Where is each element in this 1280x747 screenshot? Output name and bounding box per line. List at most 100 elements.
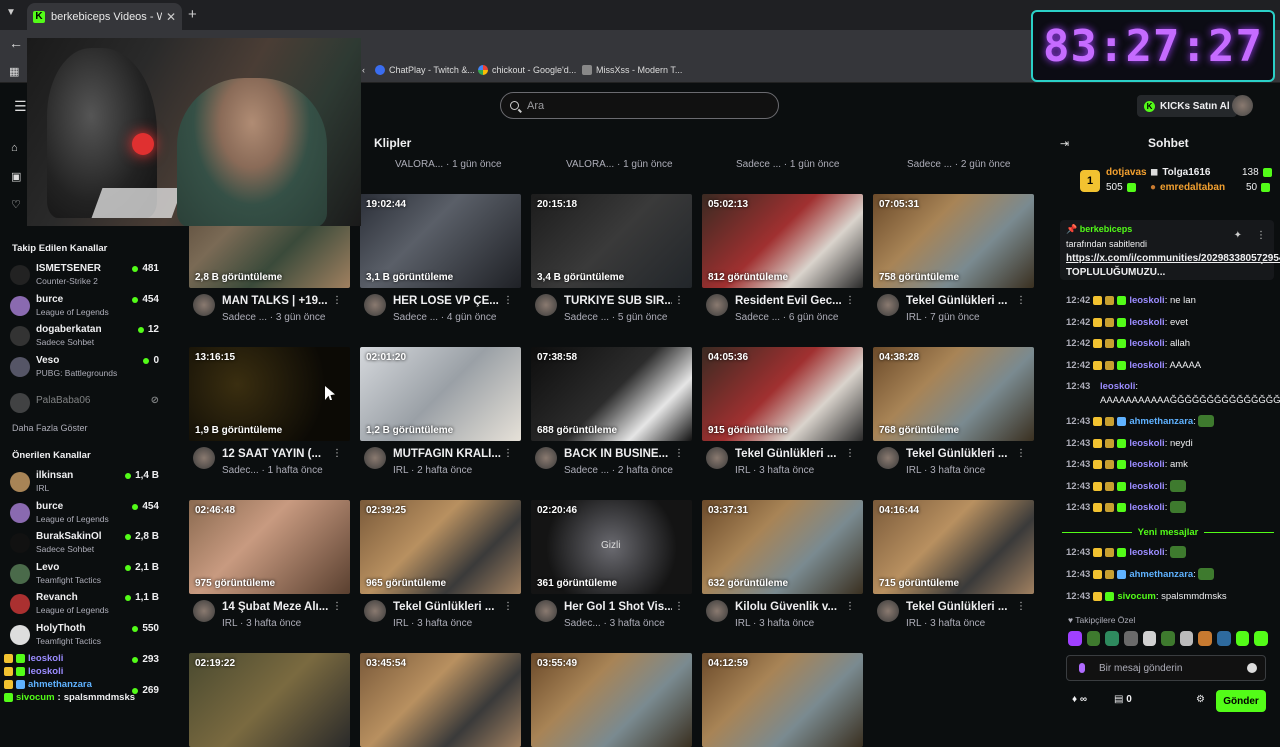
clip-category[interactable]: IRL — [906, 465, 921, 476]
close-tab-icon[interactable]: ✕ — [166, 10, 176, 24]
more-options-icon[interactable]: ⋮ — [674, 295, 684, 306]
clip-title[interactable]: Her Gol 1 Shot Vis... — [564, 601, 672, 613]
clip-card[interactable]: 03:55:49 — [531, 653, 692, 747]
message-user[interactable]: sivocum — [1117, 591, 1156, 602]
chevron-down-icon[interactable]: ⌄ — [1258, 256, 1266, 267]
more-options-icon[interactable]: ⋮ — [1016, 295, 1026, 306]
more-options-icon[interactable]: ⋮ — [674, 448, 684, 459]
send-button[interactable]: Gönder — [1216, 690, 1266, 712]
pinned-url[interactable]: https://x.com/i/communities/202983380572… — [1066, 253, 1280, 264]
clip-channel-avatar[interactable] — [364, 294, 386, 316]
clip-thumbnail[interactable]: 03:45:54 — [360, 653, 521, 747]
more-options-icon[interactable]: ⋮ — [503, 448, 513, 459]
clip-title[interactable]: Tekel Günlükleri ... — [906, 448, 1014, 460]
clip-channel-avatar[interactable] — [364, 447, 386, 469]
clip-thumbnail[interactable]: 07:38:58 688 görüntüleme — [531, 347, 692, 441]
user-avatar[interactable] — [1232, 95, 1253, 116]
clip-thumbnail[interactable]: 07:05:31 758 görüntüleme — [873, 194, 1034, 288]
sidebar-channel[interactable]: burce League of Legends 454 — [10, 293, 162, 321]
sidebar-channel[interactable]: Revanch League of Legends 1,1 B — [10, 591, 162, 619]
emote-icon[interactable] — [1198, 631, 1213, 646]
clip-title[interactable]: MAN TALKS | +19... — [222, 295, 330, 307]
clip-title[interactable]: Tekel Günlükleri ... — [393, 601, 501, 613]
clip-channel-avatar[interactable] — [364, 600, 386, 622]
tab-search-icon[interactable]: ▼ — [6, 7, 16, 18]
emote-icon[interactable] — [1086, 631, 1101, 646]
emote-icon[interactable] — [1142, 631, 1157, 646]
clip-title[interactable]: HER LOSE VP ÇE... — [393, 295, 501, 307]
clip-thumbnail[interactable]: 02:01:20 1,2 B görüntüleme — [360, 347, 521, 441]
clip-category[interactable]: Sadece ... — [564, 465, 609, 476]
clip-card[interactable]: 04:16:44 715 görüntüleme Tekel Günlükleri … — [873, 500, 1034, 629]
more-options-icon[interactable]: ⋮ — [503, 601, 513, 612]
clip-card[interactable]: 04:05:36 915 görüntüleme Tekel Günlükleri … — [702, 347, 863, 476]
clip-title[interactable]: BACK IN BUSINE... — [564, 448, 672, 460]
clip-card[interactable]: 04:12:59 — [702, 653, 863, 747]
emote-icon[interactable] — [1123, 631, 1138, 646]
sidebar-channel-offline[interactable]: PalaBaba06 ⊘ — [10, 390, 162, 418]
clip-title[interactable]: Kilolu Güvenlik v... — [735, 601, 843, 613]
message-user[interactable]: leoskoli — [1129, 502, 1164, 513]
clip-channel-avatar[interactable] — [193, 294, 215, 316]
clip-thumbnail[interactable]: 02:20:46 Gizli 361 görüntüleme — [531, 500, 692, 594]
clip-title[interactable]: Resident Evil Gec... — [735, 295, 843, 307]
more-options-icon[interactable]: ⋮ — [845, 601, 855, 612]
clip-category[interactable]: Sadece ... — [393, 312, 438, 323]
clip-channel-avatar[interactable] — [706, 600, 728, 622]
chat-input[interactable]: Bir mesaj gönderin — [1066, 655, 1266, 681]
bookmark-chevron-icon[interactable]: ‹ — [362, 65, 365, 75]
message-user[interactable]: ahmethanzara — [1129, 416, 1193, 427]
clip-category[interactable]: Sadec... — [564, 618, 601, 629]
more-options-icon[interactable]: ⋮ — [332, 448, 342, 459]
message-user[interactable]: leoskoli — [1129, 295, 1164, 306]
sidebar-channel[interactable]: HolyThoth Teamfight Tactics 550 — [10, 622, 162, 650]
clip-thumbnail[interactable]: 02:19:22 — [189, 653, 350, 747]
clip-category[interactable]: IRL — [906, 618, 921, 629]
message-user[interactable]: leoskoli — [1129, 438, 1164, 449]
emote-icon[interactable] — [1254, 631, 1269, 646]
message-user[interactable]: leoskoli — [1129, 481, 1164, 492]
clip-thumbnail[interactable]: 04:38:28 768 görüntüleme — [873, 347, 1034, 441]
clip-thumbnail[interactable]: 04:12:59 — [702, 653, 863, 747]
clip-category[interactable]: Sadece ... — [564, 312, 609, 323]
clip-card[interactable]: 02:19:22 — [189, 653, 350, 747]
clip-thumbnail[interactable]: 02:46:48 975 görüntüleme — [189, 500, 350, 594]
clip-thumbnail[interactable]: 04:16:44 715 görüntüleme — [873, 500, 1034, 594]
clip-channel-avatar[interactable] — [877, 294, 899, 316]
message-user[interactable]: leoskoli — [1100, 381, 1135, 392]
message-user[interactable]: leoskoli — [1129, 317, 1164, 328]
message-user[interactable]: leoskoli — [1129, 360, 1164, 371]
pinned-message[interactable]: 📌 berkebiceps tarafından sabitlendi http… — [1060, 220, 1280, 280]
gear-icon[interactable]: ⚙ — [1196, 694, 1205, 705]
buy-kicks-button[interactable]: K KICKs Satın Al — [1137, 95, 1237, 117]
clip-title[interactable]: 12 SAAT YAYIN (... — [222, 448, 330, 460]
clip-title[interactable]: TÜRKİYE SUB SIR... — [564, 295, 672, 307]
clip-thumbnail[interactable]: 03:55:49 — [531, 653, 692, 747]
clip-channel-avatar[interactable] — [877, 600, 899, 622]
sidebar-channel[interactable]: ilkinsan IRL 1,4 B — [10, 469, 162, 497]
clip-card[interactable]: 02:46:48 975 görüntüleme 14 Şubat Meze Alı… — [189, 500, 350, 629]
clip-category[interactable]: IRL — [735, 465, 750, 476]
message-user[interactable]: leoskoli — [1129, 459, 1164, 470]
clip-title[interactable]: Tekel Günlükleri ... — [735, 448, 843, 460]
clip-card[interactable]: 07:05:31 758 görüntüleme Tekel Günlükleri … — [873, 194, 1034, 323]
back-arrow-icon[interactable]: ← — [9, 35, 23, 51]
clip-thumbnail[interactable]: 20:15:18 3,4 B görüntüleme — [531, 194, 692, 288]
more-options-icon[interactable]: ⋮ — [674, 601, 684, 612]
clip-channel-avatar[interactable] — [193, 447, 215, 469]
home-icon[interactable]: ⌂ — [11, 142, 18, 154]
more-options-icon[interactable]: ⋮ — [332, 295, 342, 306]
sidebar-channel[interactable]: Levo Teamfight Tactics 2,1 B — [10, 561, 162, 589]
clip-card[interactable]: 02:20:46 Gizli 361 görüntüleme Her Gol 1 Sh… — [531, 500, 692, 629]
clip-category[interactable]: IRL — [906, 312, 921, 323]
clip-category[interactable]: IRL — [393, 618, 408, 629]
clip-category[interactable]: Sadece ... — [222, 312, 267, 323]
message-user[interactable]: leoskoli — [1129, 338, 1164, 349]
new-tab-icon[interactable]: + — [188, 6, 197, 23]
sidebar-channel[interactable]: dogaberkatan Sadece Sohbet 12 — [10, 323, 162, 351]
emote-icon[interactable] — [1217, 631, 1231, 646]
clip-card[interactable]: 05:02:13 812 görüntüleme Resident Evil Gec… — [702, 194, 863, 323]
clip-title[interactable]: 14 Şubat Meze Alı... — [222, 601, 330, 613]
sidebar-channel[interactable]: ISMETSENER Counter-Strike 2 481 — [10, 262, 162, 290]
clip-card[interactable]: 07:38:58 688 görüntüleme BACK IN BUSINE...… — [531, 347, 692, 476]
